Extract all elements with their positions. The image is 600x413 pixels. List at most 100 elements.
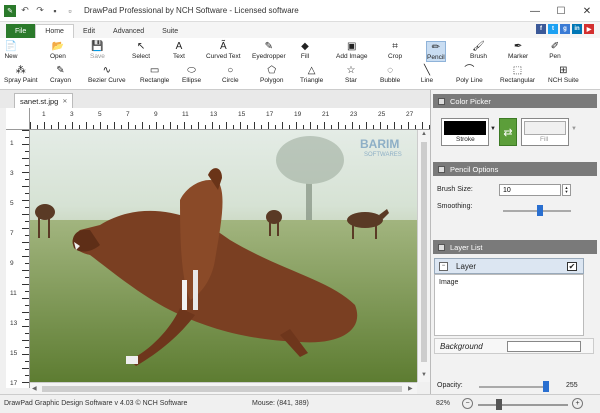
tool-select[interactable]: ↖ Select bbox=[132, 41, 150, 61]
tool-open[interactable]: 📂 Open bbox=[50, 41, 66, 61]
vertical-scrollbar[interactable]: ▲ ▼ bbox=[417, 130, 430, 382]
polygon-icon: ⬠ bbox=[267, 65, 277, 76]
background-row[interactable]: Background bbox=[434, 338, 594, 354]
tool-eyedropper[interactable]: ✎ Eyedropper bbox=[252, 41, 286, 61]
collapse-icon[interactable] bbox=[438, 243, 445, 251]
drawing-canvas[interactable]: BARIM SOFTWARES bbox=[30, 130, 417, 382]
document-tab[interactable]: sanet.st.jpg ✕ bbox=[14, 93, 74, 108]
layer-toggle-icon[interactable]: − bbox=[439, 261, 448, 271]
scroll-down-icon[interactable]: ▼ bbox=[421, 372, 427, 378]
redo-icon[interactable]: ↷ bbox=[34, 5, 46, 17]
fill-swatch[interactable]: Fill bbox=[521, 118, 569, 146]
ruler-tick bbox=[191, 125, 192, 129]
ruler-tick bbox=[22, 186, 29, 187]
zoom-out-icon[interactable]: − bbox=[462, 398, 473, 409]
tool-pencil[interactable]: ✏ Pencil bbox=[426, 41, 446, 62]
tab-edit[interactable]: Edit bbox=[74, 24, 104, 38]
tool-line[interactable]: ╲ Line bbox=[420, 65, 434, 85]
swap-colors-button[interactable]: ⇄ bbox=[499, 118, 517, 146]
tool-nch-suite[interactable]: ⊞ NCH Suite bbox=[548, 65, 579, 85]
social-link-icon[interactable]: f bbox=[536, 24, 546, 34]
layer-list-header[interactable]: Layer List bbox=[433, 240, 597, 254]
scroll-up-icon[interactable]: ▲ bbox=[421, 131, 427, 137]
layer-item[interactable]: Image bbox=[439, 279, 458, 286]
open-icon[interactable]: ▫ bbox=[64, 5, 76, 17]
ruler-tick bbox=[22, 298, 29, 299]
maximize-button[interactable]: ☐ bbox=[548, 0, 574, 22]
social-link-icon[interactable]: g bbox=[560, 24, 570, 34]
tool-bubble[interactable]: ◌ Bubble bbox=[380, 65, 401, 85]
ruler-tick bbox=[44, 122, 45, 129]
close-button[interactable]: ✕ bbox=[574, 0, 600, 22]
zoom-in-icon[interactable]: + bbox=[572, 398, 583, 409]
scroll-right-icon[interactable]: ▶ bbox=[408, 385, 413, 392]
bezier-curve-icon: ∿ bbox=[102, 65, 111, 76]
tool-save[interactable]: 💾 Save bbox=[90, 41, 105, 61]
ruler-tick bbox=[142, 122, 143, 129]
opacity-slider-thumb[interactable] bbox=[543, 381, 549, 392]
tool-bezier-curve[interactable]: ∿ Bezier Curve bbox=[88, 65, 126, 85]
tool-text[interactable]: A Text bbox=[172, 41, 186, 61]
opacity-slider[interactable] bbox=[479, 381, 549, 392]
brush-size-input[interactable] bbox=[499, 184, 561, 196]
color-picker-header[interactable]: Color Picker bbox=[433, 94, 597, 108]
horizontal-scroll-thumb[interactable] bbox=[42, 386, 402, 392]
zoom-slider[interactable] bbox=[478, 404, 568, 406]
brush-size-stepper[interactable]: ▲ ▼ bbox=[562, 184, 571, 196]
ruler-label: 5 bbox=[98, 111, 102, 118]
tab-suite[interactable]: Suite bbox=[153, 24, 187, 38]
tool-add-image[interactable]: ▣ Add Image bbox=[336, 41, 367, 61]
tool-spray-paint[interactable]: ⁂ Spray Paint bbox=[4, 65, 38, 85]
tool-brush[interactable]: 🖌 Brush bbox=[470, 41, 487, 61]
pen-icon: ✐ bbox=[550, 41, 560, 52]
tool-label: Bubble bbox=[380, 77, 401, 84]
zoom-slider-thumb[interactable] bbox=[496, 399, 502, 410]
vertical-scroll-thumb[interactable] bbox=[421, 142, 427, 362]
smoothing-slider-thumb[interactable] bbox=[537, 205, 544, 216]
background-color-swatch[interactable] bbox=[507, 341, 581, 352]
fill-dropdown-icon[interactable]: ▼ bbox=[571, 126, 577, 132]
pencil-options-header[interactable]: Pencil Options bbox=[433, 162, 597, 176]
layer-row[interactable]: − Layer ✔ bbox=[434, 258, 584, 274]
ruler-tick bbox=[22, 270, 29, 271]
ruler-tick bbox=[415, 125, 416, 129]
scroll-left-icon[interactable]: ◀ bbox=[32, 385, 37, 392]
ruler-tick bbox=[22, 368, 29, 369]
tool-ellipse[interactable]: ⬭ Ellipse bbox=[182, 65, 201, 85]
save-icon[interactable]: ▪ bbox=[49, 5, 61, 17]
horizontal-scrollbar[interactable]: ◀ ▶ bbox=[30, 382, 417, 394]
ruler-label: 17 bbox=[10, 380, 18, 387]
collapse-icon[interactable] bbox=[438, 165, 445, 173]
tool-poly-line[interactable]: ⌒ Poly Line bbox=[456, 65, 483, 85]
tool-fill[interactable]: ◆ Fill bbox=[298, 41, 312, 61]
collapse-icon[interactable] bbox=[438, 97, 445, 105]
tool-star[interactable]: ☆ Star bbox=[344, 65, 358, 85]
ruler-tick bbox=[240, 122, 241, 129]
smoothing-slider[interactable] bbox=[503, 205, 571, 216]
social-link-icon[interactable]: in bbox=[572, 24, 582, 34]
tool-marker[interactable]: ✒ Marker bbox=[508, 41, 528, 61]
social-link-icon[interactable]: ▶ bbox=[584, 24, 594, 34]
tool-pen[interactable]: ✐ Pen bbox=[548, 41, 562, 61]
tool-rectangle[interactable]: ▭ Rectangle bbox=[140, 65, 169, 85]
tab-file[interactable]: File bbox=[6, 24, 36, 38]
ribbon-tab-row: File Home Edit Advanced Suite bbox=[0, 22, 600, 38]
minimize-button[interactable]: — bbox=[522, 0, 548, 22]
tool-triangle[interactable]: △ Triangle bbox=[300, 65, 323, 85]
tool-crayon[interactable]: ✎ Crayon bbox=[50, 65, 71, 85]
ruler-label: 25 bbox=[378, 111, 386, 118]
stroke-dropdown-icon[interactable]: ▼ bbox=[490, 126, 496, 132]
tool-polygon[interactable]: ⬠ Polygon bbox=[260, 65, 284, 85]
tool-new[interactable]: 📄 New bbox=[4, 41, 18, 61]
social-link-icon[interactable]: t bbox=[548, 24, 558, 34]
tab-advanced[interactable]: Advanced bbox=[104, 24, 153, 38]
tool-rectangular[interactable]: ⬚ Rectangular bbox=[500, 65, 535, 85]
tool-curved-text[interactable]: Ã Curved Text bbox=[206, 41, 241, 61]
tool-crop[interactable]: ⌗ Crop bbox=[388, 41, 402, 61]
tool-circle[interactable]: ○ Circle bbox=[222, 65, 239, 85]
stroke-swatch[interactable]: Stroke bbox=[441, 118, 489, 146]
undo-icon[interactable]: ↶ bbox=[19, 5, 31, 17]
layer-visible-checkbox[interactable]: ✔ bbox=[567, 262, 577, 271]
close-tab-icon[interactable]: ✕ bbox=[62, 98, 67, 105]
tab-home[interactable]: Home bbox=[35, 24, 74, 38]
